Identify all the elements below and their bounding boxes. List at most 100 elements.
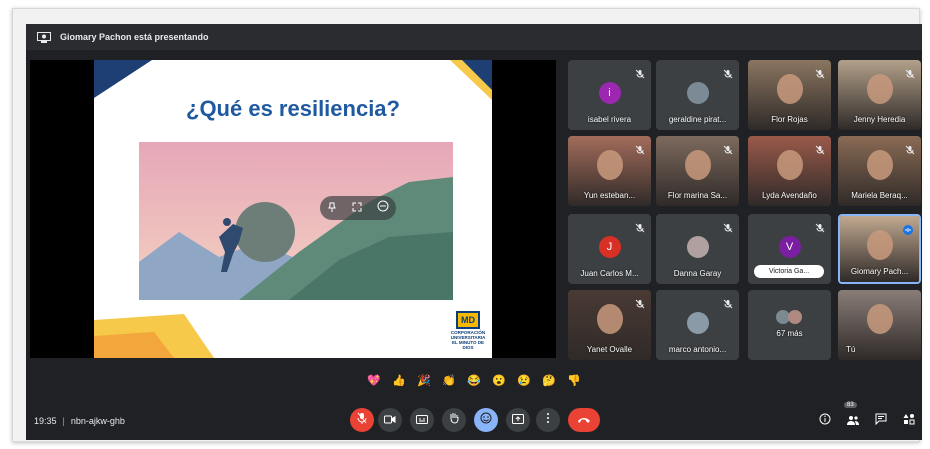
participant-silhouette bbox=[776, 150, 803, 180]
mic-muted-icon bbox=[723, 296, 733, 309]
presentation-stage[interactable]: ¿Qué es resiliencia? MD CORPORACIÓN UNIV… bbox=[30, 60, 556, 358]
mic-muted-icon bbox=[815, 220, 825, 233]
logo-text: CORPORACIÓN UNIVERSITARIA EL MINUTO DE D… bbox=[450, 330, 486, 350]
remove-icon[interactable] bbox=[377, 199, 389, 217]
reaction-emoji[interactable]: 😮 bbox=[491, 372, 507, 388]
reaction-emoji[interactable]: 💖 bbox=[366, 372, 382, 388]
present-button[interactable] bbox=[506, 408, 530, 432]
more-vert-icon bbox=[546, 411, 550, 429]
camera-button[interactable] bbox=[378, 408, 402, 432]
participant-silhouette bbox=[866, 304, 893, 334]
meeting-code: nbn-ajkw-ghb bbox=[70, 416, 125, 426]
mic-muted-icon bbox=[903, 222, 913, 235]
chat-button[interactable] bbox=[872, 412, 890, 430]
emoji-button[interactable] bbox=[474, 408, 498, 432]
participant-name: 67 más bbox=[776, 329, 803, 338]
participant-name: Flor Rojas bbox=[771, 115, 808, 124]
mic-muted-icon bbox=[815, 66, 825, 79]
participant-tile[interactable]: Lyda Avendaño bbox=[748, 136, 831, 206]
mic-muted-icon bbox=[723, 220, 733, 233]
reaction-emoji[interactable]: 🎉 bbox=[416, 372, 432, 388]
participant-avatar bbox=[686, 236, 709, 258]
participant-tile[interactable]: V Victoria Ga... bbox=[748, 214, 831, 284]
captions-button[interactable] bbox=[410, 408, 434, 432]
participant-tile[interactable]: marco antonio... bbox=[656, 290, 739, 360]
reaction-emoji[interactable]: 👍 bbox=[391, 372, 407, 388]
fullscreen-icon[interactable] bbox=[352, 199, 362, 217]
participant-name: Yun esteban... bbox=[583, 191, 636, 200]
mic-muted-icon bbox=[905, 66, 915, 79]
participant-silhouette bbox=[866, 230, 893, 260]
mic-off-button[interactable] bbox=[350, 408, 374, 432]
reaction-emoji[interactable]: 😢 bbox=[516, 372, 532, 388]
participant-name: Mariela Beraq... bbox=[851, 191, 908, 200]
pin-icon[interactable] bbox=[327, 199, 337, 217]
info-button[interactable] bbox=[816, 412, 834, 430]
slide-bottom-decoration bbox=[94, 314, 214, 358]
camera-icon bbox=[384, 411, 396, 429]
slide-title: ¿Qué es resiliencia? bbox=[186, 96, 400, 121]
activities-button[interactable] bbox=[900, 412, 918, 430]
people-button[interactable]: 83 bbox=[844, 402, 862, 430]
reaction-emoji[interactable]: 👏 bbox=[441, 372, 457, 388]
mic-muted-icon bbox=[635, 66, 645, 79]
mic-muted-icon bbox=[723, 66, 733, 79]
participant-avatar: i bbox=[598, 82, 621, 104]
participant-name: Flor marina Sa... bbox=[667, 191, 728, 200]
mic-muted-icon bbox=[815, 142, 825, 155]
logo-mark: MD bbox=[456, 311, 480, 329]
resilience-illustration bbox=[139, 142, 453, 300]
participant-avatar bbox=[686, 82, 709, 104]
emoji-icon bbox=[480, 411, 492, 429]
participant-tile[interactable]: Jenny Heredia bbox=[838, 60, 921, 130]
participant-silhouette bbox=[866, 150, 893, 180]
hand-icon bbox=[449, 411, 459, 429]
participant-silhouette bbox=[866, 74, 893, 104]
tile-overlay-controls[interactable] bbox=[320, 196, 396, 220]
participant-name: Jenny Heredia bbox=[853, 115, 906, 124]
participant-tile[interactable]: Mariela Beraq... bbox=[838, 136, 921, 206]
participant-tile[interactable]: Flor Rojas bbox=[748, 60, 831, 130]
participant-tile[interactable]: Yanet Ovalle bbox=[568, 290, 651, 360]
more-options-button[interactable] bbox=[536, 408, 560, 432]
participant-tile[interactable]: Flor marina Sa... bbox=[656, 136, 739, 206]
participant-tile[interactable]: 67 más bbox=[748, 290, 831, 360]
participant-tile[interactable]: i isabel rivera bbox=[568, 60, 651, 130]
info-icon bbox=[819, 412, 831, 430]
slide: ¿Qué es resiliencia? MD CORPORACIÓN UNIV… bbox=[94, 60, 492, 358]
mic-muted-icon bbox=[635, 142, 645, 155]
presentation-icon bbox=[36, 31, 52, 43]
university-logo: MD CORPORACIÓN UNIVERSITARIA EL MINUTO D… bbox=[450, 311, 486, 350]
participant-name: Yanet Ovalle bbox=[586, 345, 633, 354]
participant-name: isabel rivera bbox=[587, 115, 632, 124]
mic-muted-icon bbox=[905, 142, 915, 155]
participant-tile[interactable]: Danna Garay bbox=[656, 214, 739, 284]
mic-off-icon bbox=[357, 411, 367, 429]
participant-tile[interactable]: geraldine pirat... bbox=[656, 60, 739, 130]
mic-muted-icon bbox=[635, 220, 645, 233]
participant-name: Giomary Pach... bbox=[850, 267, 909, 276]
participant-tile[interactable]: Yun esteban... bbox=[568, 136, 651, 206]
reaction-emoji[interactable]: 🤔 bbox=[541, 372, 557, 388]
presenting-text: Giomary Pachon está presentando bbox=[60, 32, 209, 42]
bottom-toolbar: 19:35 | nbn-ajkw-ghb 83 bbox=[26, 402, 922, 440]
reaction-emoji[interactable]: 👎 bbox=[566, 372, 582, 388]
reaction-emoji[interactable]: 😂 bbox=[466, 372, 482, 388]
participant-name: Juan Carlos M... bbox=[580, 269, 639, 278]
participant-tile[interactable]: Giomary Pach... bbox=[838, 214, 921, 284]
meet-window: Giomary Pachon está presentando ¿Qué es … bbox=[26, 24, 922, 440]
participant-avatar bbox=[686, 312, 709, 334]
end-call-icon bbox=[577, 411, 591, 429]
participant-silhouette bbox=[596, 304, 623, 334]
captions-icon bbox=[416, 411, 428, 429]
raise-hand-button[interactable] bbox=[442, 408, 466, 432]
participant-silhouette bbox=[776, 74, 803, 104]
participant-tile[interactable]: Tú bbox=[838, 290, 921, 360]
participant-name: Victoria Ga... bbox=[754, 265, 824, 278]
participant-name: Tú bbox=[846, 345, 856, 354]
end-call-button[interactable] bbox=[568, 408, 600, 432]
participant-name: marco antonio... bbox=[668, 345, 727, 354]
mic-muted-icon bbox=[723, 142, 733, 155]
participant-tile[interactable]: J Juan Carlos M... bbox=[568, 214, 651, 284]
people-icon bbox=[846, 412, 860, 430]
